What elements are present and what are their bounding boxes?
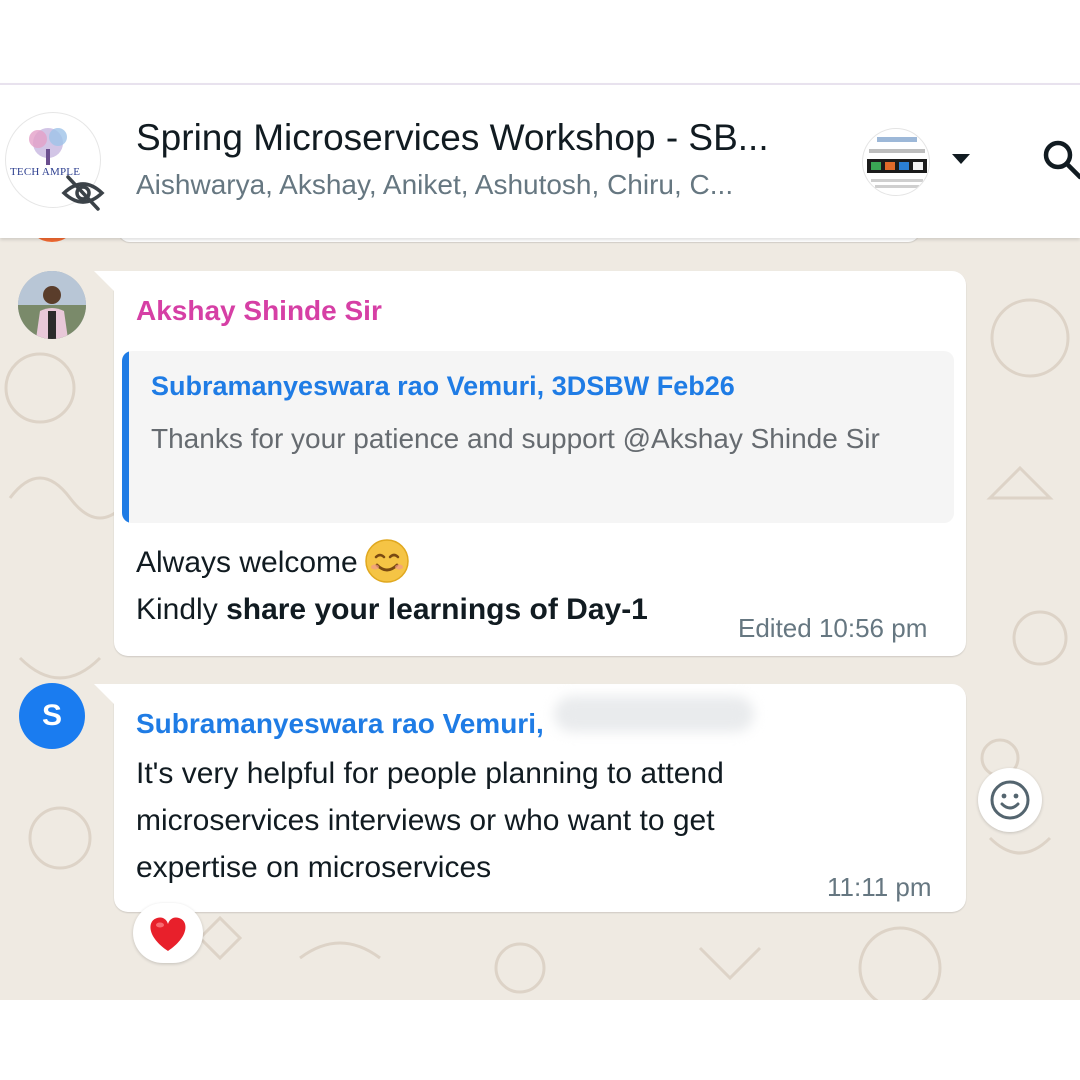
message-bold-text: share your learnings of Day-1 <box>226 593 648 626</box>
message-text: Kindly <box>136 593 218 626</box>
avatar-subramanyeswara[interactable]: S <box>19 683 85 749</box>
message-line: Always welcome <box>136 539 410 587</box>
message-line: Kindly share your learnings of Day-1 <box>136 586 648 633</box>
group-members[interactable]: Aishwarya, Akshay, Aniket, Ashutosh, Chi… <box>136 169 733 201</box>
bubble-tail <box>94 271 116 293</box>
workshop-poster-icon <box>867 137 927 188</box>
bottom-blank-area <box>0 1000 1080 1080</box>
chat-area[interactable]: Akshay Shinde Sir Subramanyeswara rao Ve… <box>0 238 1080 1000</box>
react-button[interactable] <box>978 768 1042 832</box>
quoted-message[interactable]: Subramanyeswara rao Vemuri, 3DSBW Feb26 … <box>122 351 954 523</box>
message-bubble[interactable]: Akshay Shinde Sir Subramanyeswara rao Ve… <box>94 271 966 656</box>
quote-bar <box>122 351 129 523</box>
search-icon[interactable] <box>1040 137 1080 183</box>
smiley-icon <box>990 780 1030 820</box>
reaction-pill[interactable] <box>133 903 203 963</box>
avatar-akshay[interactable] <box>18 271 86 339</box>
eye-off-icon <box>61 175 105 211</box>
bubble-tail <box>94 684 116 706</box>
message-line: It's very helpful for people planning to… <box>136 757 724 790</box>
chevron-down-icon[interactable] <box>952 154 970 164</box>
message-bubble[interactable]: Subramanyeswara rao Vemuri, It's very he… <box>94 684 966 912</box>
quote-text: Thanks for your patience and support @Ak… <box>151 423 880 454</box>
quote-author: Subramanyeswara rao Vemuri, 3DSBW Feb26 <box>151 371 735 401</box>
group-title[interactable]: Spring Microservices Workshop - SB... <box>136 117 769 159</box>
message-line: expertise on microservices <box>136 851 492 884</box>
message-line: microservices interviews or who want to … <box>136 804 715 837</box>
top-blank-area <box>0 0 1080 83</box>
sender-name[interactable]: Akshay Shinde Sir <box>136 295 382 327</box>
redacted-text <box>554 696 754 732</box>
message-time: 11:11 pm <box>827 872 932 902</box>
person-photo-icon <box>18 271 86 339</box>
chat-header[interactable]: TECH AMPLE Spring Microservices Workshop… <box>0 83 1080 238</box>
workshop-thumbnail[interactable] <box>862 128 930 196</box>
heart-icon <box>150 917 186 951</box>
sender-name[interactable]: Subramanyeswara rao Vemuri, <box>136 708 544 740</box>
previous-message-bubble[interactable] <box>118 238 920 242</box>
message-meta: Edited 10:56 pm <box>738 613 928 643</box>
smiling-face-emoji-icon <box>364 539 409 583</box>
message-text: Always welcome <box>136 546 358 579</box>
